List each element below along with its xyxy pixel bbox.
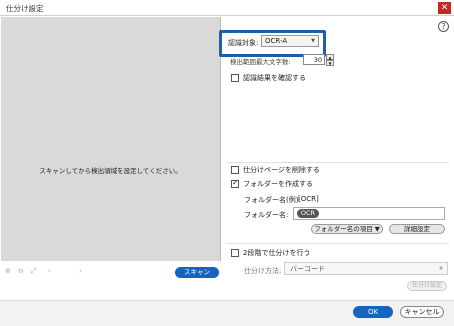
divider (227, 162, 449, 163)
delete-pages-checkbox[interactable] (231, 166, 239, 174)
zoom-in-icon[interactable]: ⊕ (5, 267, 11, 275)
help-icon[interactable]: ? (438, 21, 449, 32)
preview-message: スキャンしてから検出領域を設定してください。 (39, 167, 182, 175)
zoom-out-icon[interactable]: ⊖ (18, 267, 24, 275)
delete-pages-label: 仕分けページを削除する (243, 166, 320, 174)
sort-method-label: 仕分け方法: (244, 267, 282, 275)
sort-method-select[interactable]: バーコード ▼ (284, 262, 448, 275)
next-icon[interactable]: › (79, 267, 82, 275)
prev-icon[interactable]: ‹ (48, 267, 51, 275)
chevron-down-icon: ▼ (439, 266, 443, 272)
max-chars-label: 検出範囲最大文字数: (230, 58, 291, 66)
folder-name-chip[interactable]: OCR (297, 209, 319, 218)
sort-settings-button[interactable]: 仕分け設定 (407, 281, 447, 291)
max-chars-input[interactable]: 30 (303, 54, 325, 65)
divider (227, 243, 449, 244)
folder-name-items-button[interactable]: フォルダー名の項目 ▼ (311, 224, 383, 234)
detail-settings-button[interactable]: 詳細設定 (389, 224, 445, 234)
chevron-down-icon: ▼ (311, 38, 315, 44)
ok-button[interactable]: OK (353, 306, 393, 318)
folder-example-value: [OCR] (298, 195, 319, 203)
window-title: 仕分け設定 (6, 4, 44, 13)
folder-name-label: フォルダー名: (244, 211, 289, 219)
confirm-result-checkbox[interactable] (231, 74, 239, 82)
recognition-select[interactable]: OCR-A ▼ (261, 35, 319, 47)
folder-example-label: フォルダー名(例): (244, 196, 301, 204)
two-stage-checkbox[interactable] (231, 249, 239, 257)
spin-down-icon[interactable]: ▼ (326, 60, 334, 66)
create-folder-label: フォルダーを作成する (243, 180, 313, 188)
scan-preview-area: スキャンしてから検出領域を設定してください。 (1, 17, 221, 261)
recognition-selected: OCR-A (265, 37, 288, 45)
confirm-result-label: 認識結果を確認する (243, 74, 306, 82)
title-bar: 仕分け設定 ✕ (0, 0, 454, 16)
create-folder-checkbox[interactable] (231, 178, 239, 188)
scan-button[interactable]: スキャン (175, 267, 219, 278)
sort-method-value: バーコード (290, 265, 325, 273)
recognition-label: 認識対象: (228, 39, 259, 47)
cancel-button[interactable]: キャンセル (400, 306, 444, 318)
close-icon[interactable]: ✕ (438, 2, 451, 14)
fit-icon[interactable]: ⤢ (31, 267, 37, 276)
two-stage-label: 2段階で仕分けを行う (243, 249, 311, 257)
